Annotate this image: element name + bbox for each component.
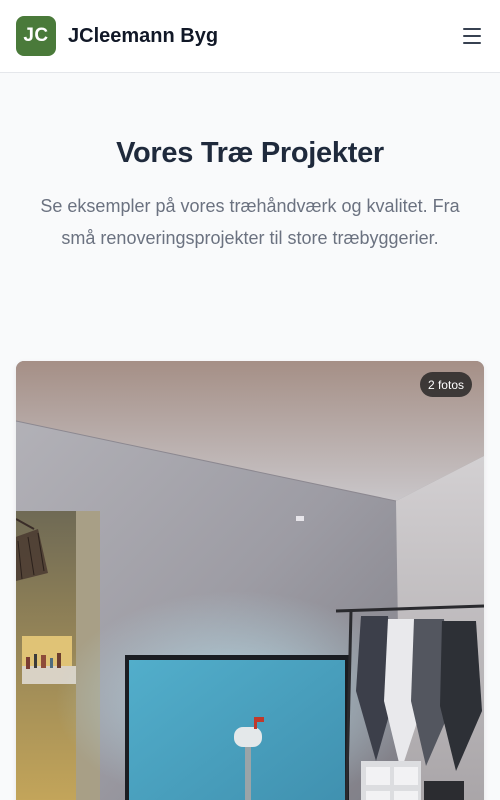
menu-line [463, 28, 481, 30]
project-card[interactable]: 2 fotos [16, 361, 484, 800]
hero-section: Vores Træ Projekter Se eksempler på vore… [0, 73, 500, 254]
page-subtitle: Se eksempler på vores træhåndværk og kva… [40, 196, 460, 248]
menu-line [463, 42, 481, 44]
menu-line [463, 35, 481, 37]
top-navbar: JC JCleemann Byg [0, 0, 500, 73]
page-title: Vores Træ Projekter [116, 137, 384, 169]
logo-badge[interactable]: JC [16, 16, 56, 56]
photo-count-badge: 2 fotos [419, 372, 472, 397]
brand-name[interactable]: JCleemann Byg [68, 25, 218, 48]
hamburger-menu-icon[interactable] [460, 24, 484, 48]
logo-initials: JC [23, 25, 49, 46]
project-photo[interactable] [16, 361, 484, 800]
